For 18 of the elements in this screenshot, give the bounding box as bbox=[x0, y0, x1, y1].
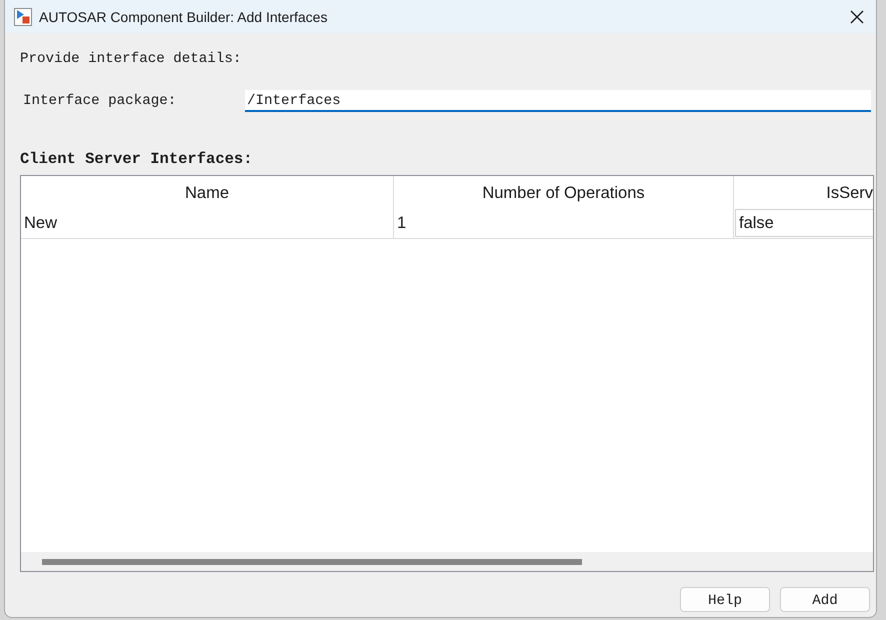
dialog-button[interactable]: Add bbox=[780, 587, 870, 612]
column-header: IsServ bbox=[825, 182, 873, 204]
close-icon bbox=[850, 10, 864, 24]
prompt-text: Provide interface details: bbox=[20, 50, 242, 69]
section-title: Client Server Interfaces: bbox=[20, 149, 253, 169]
scrollbar-track[interactable] bbox=[21, 552, 873, 571]
column-header: Name bbox=[21, 176, 394, 208]
table-cell: New bbox=[21, 208, 394, 238]
package-field[interactable]: /Interfaces bbox=[245, 90, 871, 112]
close-button[interactable] bbox=[849, 9, 864, 24]
table-cell: 1 bbox=[394, 208, 734, 238]
scrollbar-thumb[interactable] bbox=[42, 558, 582, 564]
column-header: Number of Operations bbox=[394, 176, 734, 208]
field-label: Interface package: bbox=[23, 92, 176, 111]
dialog-button[interactable]: Help bbox=[680, 587, 770, 612]
window-title: AUTOSAR Component Builder: Add Interfaces bbox=[39, 8, 328, 24]
app-icon bbox=[14, 8, 32, 26]
cell-field[interactable]: false bbox=[735, 209, 873, 237]
